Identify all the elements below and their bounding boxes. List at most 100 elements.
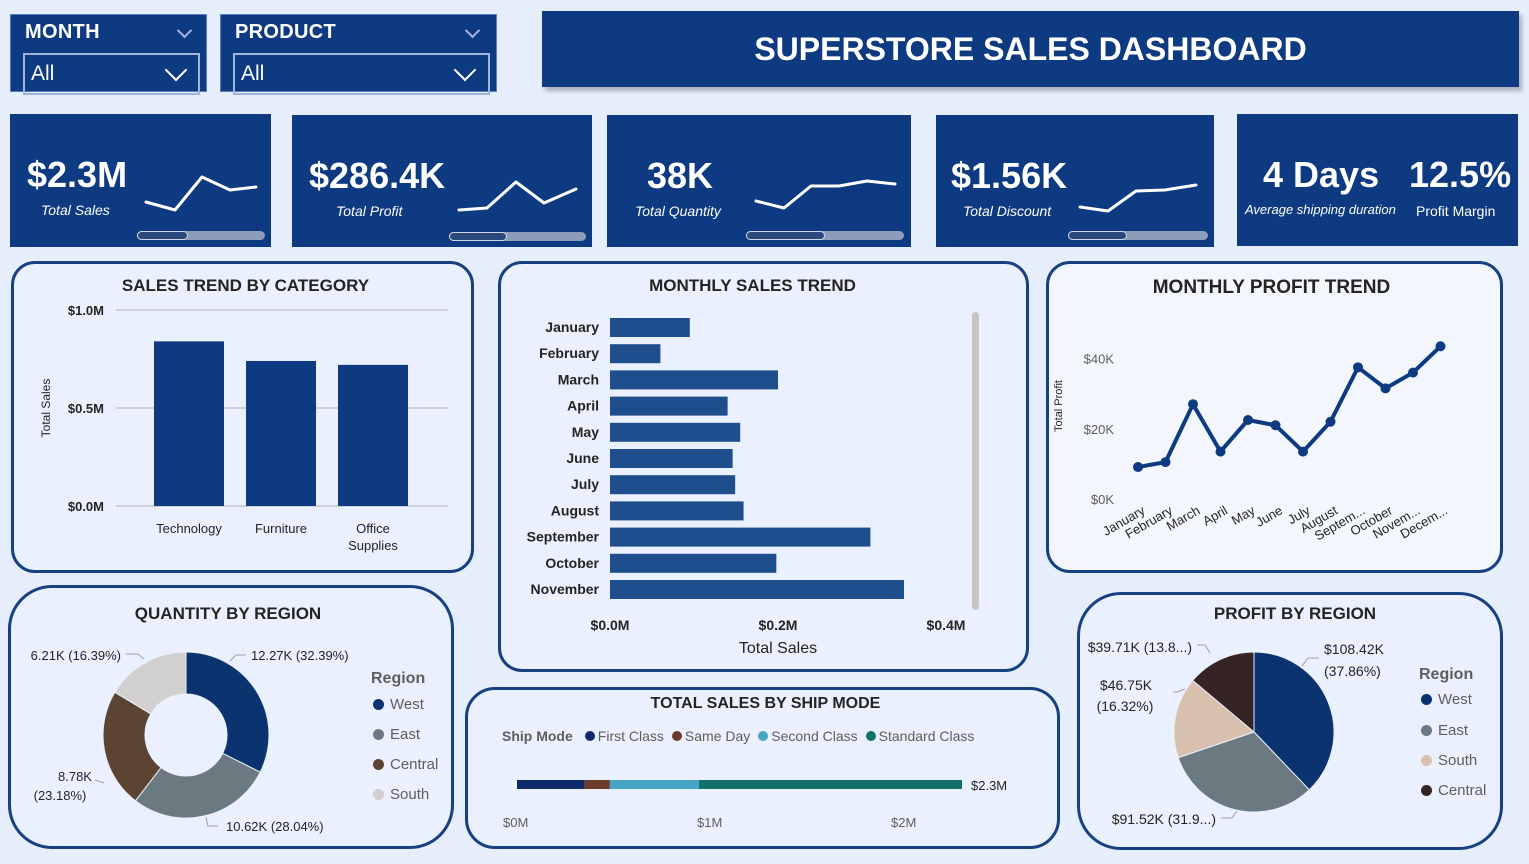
chevron-down-icon[interactable]: [464, 22, 481, 39]
data-label: 12.27K (32.39%): [251, 648, 349, 663]
legend-item-south[interactable]: South: [373, 786, 429, 803]
legend-label: South: [1438, 752, 1478, 769]
bar: [610, 422, 741, 442]
data-label: $108.42K: [1324, 641, 1385, 657]
x-tick-label: Office: [356, 521, 390, 536]
bar: [610, 580, 904, 599]
pie-slice: [185, 651, 270, 773]
data-point: [1435, 341, 1446, 352]
leader-line: [1301, 657, 1319, 667]
month-slicer: MONTH All: [10, 14, 207, 95]
chevron-down-icon: [453, 58, 477, 82]
x-tick-label: Supplies: [348, 538, 398, 553]
legend-item-west[interactable]: West: [1421, 691, 1472, 708]
y-tick-label: September: [527, 529, 600, 545]
legend-label: Central: [390, 756, 439, 773]
bar-segment: [698, 780, 962, 789]
legend-item-central[interactable]: Central: [373, 756, 438, 773]
x-tick-label: $0M: [503, 815, 528, 830]
y-axis-label: Total Profit: [1053, 380, 1065, 432]
bar-segment: [584, 780, 610, 789]
legend-item-east[interactable]: East: [373, 726, 420, 743]
y-tick-label: October: [545, 555, 599, 571]
kpi-scrollbar-thumb[interactable]: [1068, 231, 1127, 240]
data-label: 6.21K (16.39%): [31, 648, 121, 663]
legend-title: Region: [1419, 666, 1474, 683]
kpi-card-sales: $2.3M Total Sales: [10, 114, 271, 247]
kpi-label: Profit Margin: [1416, 203, 1496, 219]
kpi-value: 12.5%: [1409, 154, 1512, 195]
kpi-scrollbar-thumb[interactable]: [746, 231, 825, 240]
leader-line: [126, 653, 145, 660]
data-point: [1298, 446, 1308, 457]
x-tick-label: $1M: [697, 815, 722, 830]
kpi-scrollbar[interactable]: [1068, 231, 1208, 240]
product-slicer: PRODUCT All: [220, 14, 497, 95]
y-tick-label: July: [571, 476, 599, 492]
data-point: [1353, 362, 1363, 373]
kpi-scrollbar-thumb[interactable]: [137, 231, 189, 240]
y-tick-label: $1.0M: [68, 303, 104, 318]
legend-label: East: [1438, 722, 1469, 739]
legend-label: East: [390, 726, 421, 743]
x-axis-label: Total Sales: [739, 640, 817, 657]
ship-mode-chart: $2.3M $0M $1M $2M: [503, 778, 1007, 830]
x-tick-label: $2M: [891, 815, 916, 830]
x-tick-label: June: [1253, 503, 1285, 530]
kpi-card-profit: $286.4K Total Profit: [292, 115, 592, 247]
chevron-down-icon[interactable]: [176, 22, 193, 39]
data-point: [1215, 446, 1226, 457]
x-tick-label: Technology: [156, 521, 222, 536]
legend-item-west[interactable]: West: [373, 696, 424, 713]
kpi-value: 4 Days: [1263, 154, 1380, 195]
x-tick-label: $0.0M: [591, 617, 630, 633]
bar: [610, 344, 661, 364]
y-tick-label: January: [545, 319, 599, 335]
bar: [610, 318, 690, 337]
profit-by-region-chart: $108.42K (37.86%) $91.52K (31.9...) $46.75K…: [1088, 639, 1385, 827]
sparkline: [457, 180, 578, 212]
bar: [610, 475, 736, 495]
monthly-sales-chart: January February March April May June July Augu…: [527, 318, 966, 657]
bar: [610, 501, 744, 521]
y-tick-label: $0.0M: [68, 499, 104, 514]
legend-item-east[interactable]: East: [1421, 722, 1468, 739]
leader-line: [1173, 688, 1186, 693]
x-tick-label: Furniture: [255, 521, 307, 536]
kpi-label: Total Profit: [336, 203, 403, 219]
legend-label: West: [390, 696, 424, 713]
month-dropdown[interactable]: All: [23, 53, 200, 95]
kpi-value: $286.4K: [309, 155, 446, 196]
month-slicer-title: MONTH: [25, 21, 100, 43]
kpi-scrollbar[interactable]: [746, 231, 904, 240]
bar: [610, 370, 778, 390]
sparkline: [1078, 183, 1198, 213]
kpi-card-quantity: 38K Total Quantity: [607, 115, 911, 247]
kpi-scrollbar[interactable]: [449, 232, 586, 241]
product-dropdown[interactable]: All: [233, 53, 490, 95]
quantity-by-region-chart: 12.27K (32.39%) 10.62K (28.04%) 8.78K (23.1…: [31, 648, 349, 834]
month-dropdown-value: All: [31, 62, 55, 85]
data-label: $39.71K (13.8...): [1088, 639, 1192, 655]
kpi-value: $2.3M: [27, 154, 128, 195]
x-tick-label: $0.4M: [927, 617, 966, 633]
x-tick-label: $0.2M: [759, 617, 798, 633]
kpi-card-discount: $1.56K Total Discount: [936, 115, 1214, 247]
leader-line: [229, 654, 246, 662]
kpi-scrollbar[interactable]: [137, 231, 265, 240]
series-line: [1137, 344, 1442, 470]
bar: [610, 527, 871, 547]
kpi-scrollbar-thumb[interactable]: [449, 232, 507, 241]
y-tick-label: May: [572, 424, 599, 440]
bar: [610, 449, 733, 468]
x-tick-label: April: [1200, 503, 1230, 529]
y-tick-label: $20K: [1084, 422, 1115, 437]
bar: [246, 360, 316, 506]
y-tick-label: April: [567, 398, 599, 414]
kpi-label: Total Discount: [963, 203, 1052, 219]
y-tick-label: March: [558, 371, 599, 387]
data-label: $91.52K (31.9...): [1112, 811, 1216, 827]
y-tick-label: $0K: [1091, 492, 1114, 507]
legend-item-central[interactable]: Central: [1421, 782, 1486, 799]
legend-item-south[interactable]: South: [1421, 752, 1477, 769]
